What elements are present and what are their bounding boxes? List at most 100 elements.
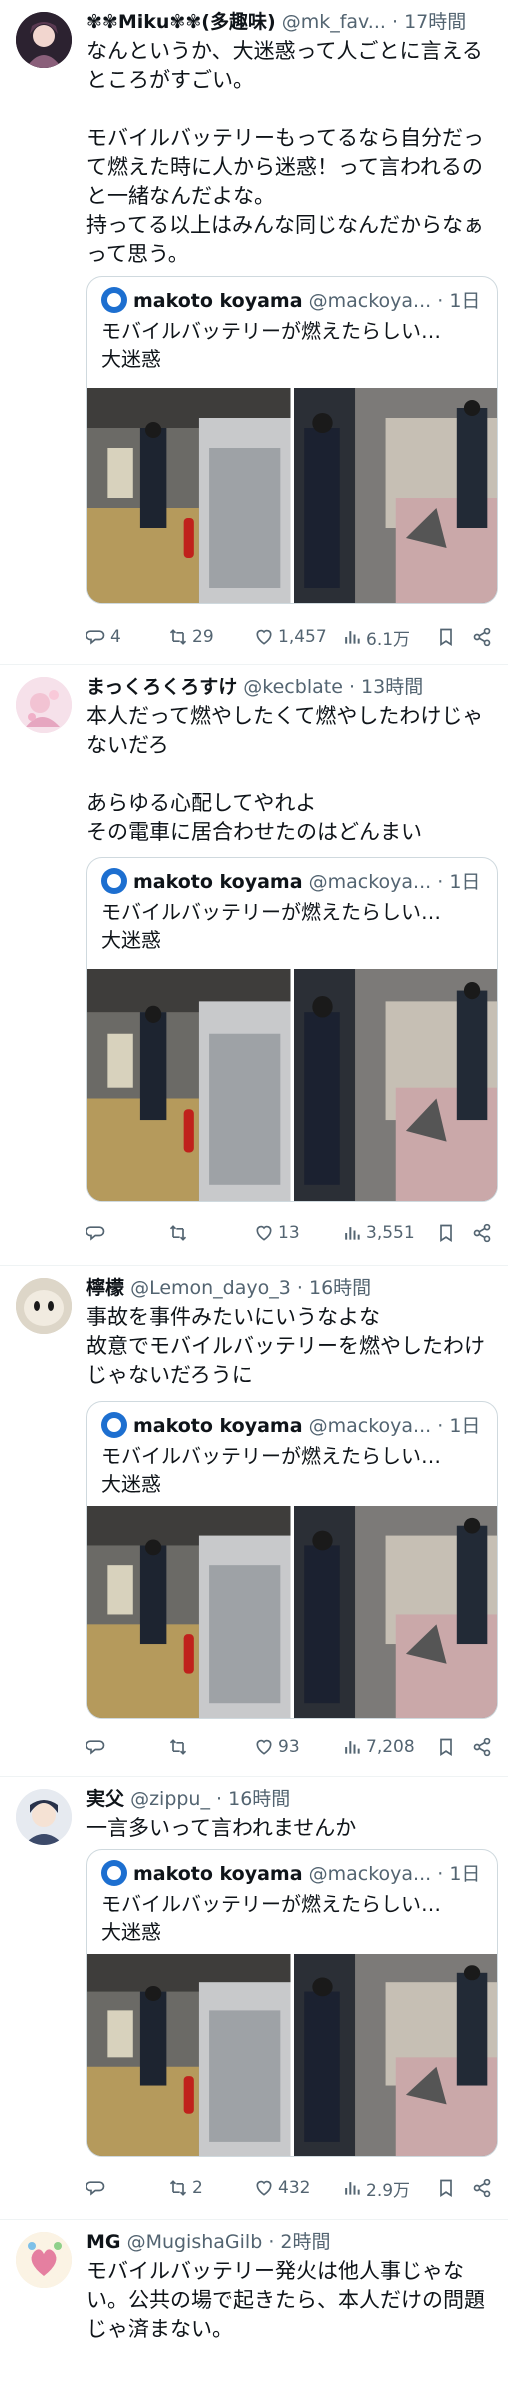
heart-icon (256, 629, 272, 645)
tweet[interactable]: まっくろくろすけ @kecblate · 13時間 本人だって燃やしたくて燃やし… (0, 665, 508, 1266)
display-name[interactable]: まっくろくろすけ (86, 676, 237, 698)
quoted-tweet[interactable]: makoto koyama @mackoya... · 1日 モバイルバッテリー… (86, 857, 498, 1202)
bookmark-button[interactable] (436, 624, 456, 650)
text-line: ないだろ (86, 733, 169, 757)
share-button[interactable] (472, 624, 492, 650)
share-button[interactable] (472, 1220, 492, 1246)
photo-train-interior[interactable] (293, 1506, 497, 1718)
like-button[interactable]: 1,457 (254, 624, 327, 650)
action-bar: 13 3,551 (86, 1220, 498, 1246)
repost-button[interactable] (168, 1734, 192, 1760)
text-line: て燃えた時に人から迷惑！って言われるの (86, 155, 483, 179)
photo-train-interior[interactable] (293, 969, 497, 1201)
like-button[interactable]: 432 (254, 2175, 310, 2201)
display-name[interactable]: 実父 (86, 1788, 124, 1810)
repost-button[interactable]: 29 (168, 624, 214, 650)
text-line: 故意でモバイルバッテリーを燃やしたわけ (86, 1334, 485, 1358)
display-name[interactable]: ✾✾Miku✾✾(多趣味) (86, 11, 276, 33)
repost-icon (169, 1225, 187, 1241)
avatar[interactable] (16, 1789, 72, 1845)
timestamp[interactable]: 17時間 (404, 11, 466, 33)
views-button[interactable]: 6.1万 (342, 624, 410, 650)
timestamp[interactable]: 2時間 (280, 2231, 330, 2253)
quoted-tweet[interactable]: makoto koyama @mackoya... · 1日 モバイルバッテリー… (86, 1401, 498, 1719)
separator-dot: · (391, 11, 399, 33)
share-icon (473, 1737, 491, 1757)
platform-scene (87, 1506, 291, 1718)
repost-count: 2 (192, 2178, 203, 2198)
display-name[interactable]: MG (86, 2231, 121, 2253)
user-handle[interactable]: @MugishaGilb (127, 2231, 263, 2253)
quote-text: モバイルバッテリーが燃えたらしい… 大迷惑 (101, 317, 487, 373)
bookmark-button[interactable] (436, 1220, 456, 1246)
text-line (86, 95, 498, 124)
photo-platform[interactable] (87, 969, 291, 1201)
train-scene (293, 388, 497, 603)
reply-icon (86, 630, 105, 645)
views-icon (345, 1741, 360, 1754)
tweet[interactable]: 檸檬 @Lemon_dayo_3 · 16時間 事故を事件みたいにいうなよな 故… (0, 1266, 508, 1777)
avatar-icon (101, 1412, 127, 1438)
photo-platform[interactable] (87, 388, 291, 603)
text-line: 大迷惑 (101, 1472, 161, 1496)
like-button[interactable]: 93 (254, 1734, 300, 1760)
user-handle[interactable]: @mk_fav... (282, 11, 386, 33)
views-button[interactable]: 7,208 (342, 1734, 415, 1760)
train-scene (293, 1506, 497, 1718)
quoted-tweet[interactable]: makoto koyama @mackoya... · 1日 モバイルバッテリー… (86, 1849, 498, 2157)
reply-button[interactable] (86, 1220, 110, 1246)
user-handle[interactable]: @Lemon_dayo_3 (130, 1277, 291, 1299)
avatar[interactable] (16, 2232, 72, 2288)
user-handle[interactable]: @zippu_ (130, 1788, 210, 1810)
user-handle[interactable]: @kecblate (243, 676, 343, 698)
heart-icon (256, 2180, 272, 2196)
views-button[interactable]: 3,551 (342, 1220, 415, 1246)
reply-button[interactable] (86, 2175, 110, 2201)
photo-platform[interactable] (87, 1954, 291, 2156)
tweet[interactable]: MG @MugishaGilb · 2時間 モバイルバッテリー発火は他人事じゃな… (0, 2220, 508, 2400)
photo-train-interior[interactable] (293, 1954, 497, 2156)
photo-train-interior[interactable] (293, 388, 497, 603)
photo-platform[interactable] (87, 1506, 291, 1718)
bookmark-button[interactable] (436, 2175, 456, 2201)
separator-dot: · (437, 1863, 444, 1885)
bookmark-icon (440, 2179, 452, 2198)
tweet[interactable]: 実父 @zippu_ · 16時間 一言多いって言われませんか makoto k… (0, 1777, 508, 2220)
reply-button[interactable] (86, 1734, 110, 1760)
text-line: なんというか、大迷惑って人ごとに言える (86, 39, 483, 63)
views-count: 7,208 (366, 1737, 415, 1757)
platform-scene (87, 969, 291, 1201)
reply-button[interactable]: 4 (86, 624, 121, 650)
avatar[interactable] (16, 677, 72, 733)
tweet-header: ✾✾Miku✾✾(多趣味) @mk_fav... · 17時間 (86, 10, 498, 34)
share-icon (473, 627, 491, 647)
like-button[interactable]: 13 (254, 1220, 300, 1246)
text-line: じゃないだろうに (86, 1363, 253, 1387)
reply-count: 4 (110, 627, 121, 647)
avatar[interactable] (16, 12, 72, 68)
text-line: 一言多いって言われませんか (86, 1816, 357, 1840)
tweet-header: まっくろくろすけ @kecblate · 13時間 (86, 675, 498, 699)
views-button[interactable]: 2.9万 (342, 2175, 410, 2201)
share-button[interactable] (472, 1734, 492, 1760)
timestamp[interactable]: 16時間 (228, 1788, 290, 1810)
display-name[interactable]: 檸檬 (86, 1277, 124, 1299)
quote-author: makoto koyama (133, 871, 303, 893)
share-button[interactable] (472, 2175, 492, 2201)
platform-scene (87, 388, 291, 603)
bookmark-button[interactable] (436, 1734, 456, 1760)
timestamp[interactable]: 13時間 (361, 676, 423, 698)
timestamp[interactable]: 16時間 (309, 1277, 371, 1299)
quoted-tweet[interactable]: makoto koyama @mackoya... · 1日 モバイルバッテリー… (86, 276, 498, 604)
repost-button[interactable]: 2 (168, 2175, 203, 2201)
tweet-text: 事故を事件みたいにいうなよな 故意でモバイルバッテリーを燃やしたわけ じゃないだ… (86, 1303, 498, 1390)
avatar-icon (101, 287, 127, 313)
tweet[interactable]: ✾✾Miku✾✾(多趣味) @mk_fav... · 17時間 なんというか、大… (0, 0, 508, 665)
quote-handle: @mackoya... (308, 290, 432, 312)
repost-button[interactable] (168, 1220, 192, 1246)
train-scene (293, 969, 497, 1201)
quote-author: makoto koyama (133, 1415, 303, 1437)
views-count: 3,551 (366, 1223, 415, 1243)
quote-handle: @mackoya... (308, 1863, 432, 1885)
avatar[interactable] (16, 1278, 72, 1334)
